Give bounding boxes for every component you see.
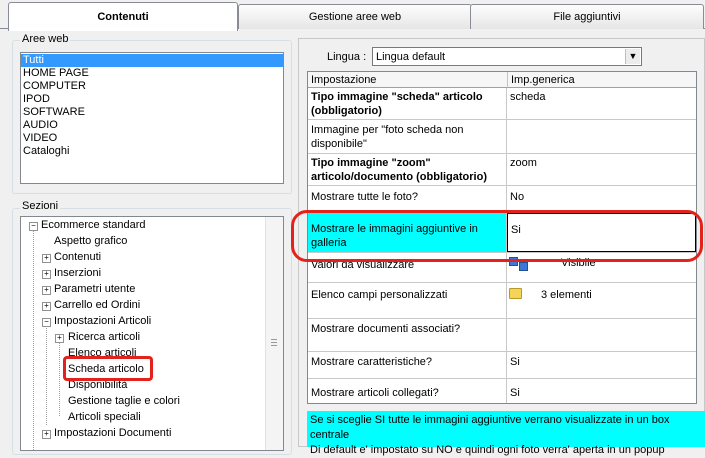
list-item[interactable]: AUDIO — [21, 119, 283, 132]
description-line: Se si sceglie SI tutte le immagini aggiu… — [310, 414, 670, 441]
tree-node[interactable]: Gestione taglie e colori — [68, 393, 180, 409]
setting-name: Mostrare caratteristiche? — [308, 352, 507, 378]
column-header[interactable]: Impostazione — [308, 72, 508, 88]
setting-name: Mostrare documenti associati? — [308, 319, 507, 351]
expand-icon[interactable]: + — [42, 270, 51, 279]
setting-value[interactable]: scheda — [507, 88, 696, 119]
annotation-highlight-oval — [291, 210, 703, 262]
tab-contenuti[interactable]: Contenuti — [8, 2, 238, 31]
expand-icon[interactable]: + — [55, 334, 64, 343]
table-row[interactable]: Tipo immagine "zoom" articolo/documento … — [308, 154, 696, 186]
scrollbar-grip — [271, 339, 277, 340]
tree-guide — [46, 325, 47, 425]
tree-node[interactable]: Impostazioni Documenti — [54, 425, 171, 441]
setting-value[interactable]: No — [507, 186, 696, 212]
setting-name: Mostrare tutte le foto? — [308, 186, 507, 212]
list-icon-part — [519, 262, 528, 271]
expand-icon[interactable]: + — [42, 254, 51, 263]
list-item[interactable]: Cataloghi — [21, 145, 283, 158]
setting-value[interactable] — [507, 120, 696, 153]
tree-node[interactable]: Aspetto grafico — [54, 233, 127, 249]
folder-icon — [509, 288, 522, 299]
sezioni-legend: Sezioni — [20, 200, 61, 212]
lingua-label: Lingua : — [327, 51, 367, 63]
expand-icon[interactable]: + — [42, 286, 51, 295]
description-line: Di default e' impostato su NO e quindi o… — [310, 444, 665, 456]
tree-node[interactable]: Ecommerce standard — [41, 217, 146, 233]
setting-name: Tipo immagine "scheda" articolo (obbliga… — [308, 88, 507, 119]
table-row[interactable]: Tipo immagine "scheda" articolo (obbliga… — [308, 88, 696, 120]
tab-label: File aggiuntivi — [553, 11, 621, 23]
tree-node[interactable]: Inserzioni — [54, 265, 101, 281]
list-item[interactable]: HOME PAGE — [21, 67, 283, 80]
tree-guide — [59, 341, 60, 416]
table-row[interactable]: Mostrare tutte le foto? No — [308, 186, 696, 213]
collapse-icon[interactable]: − — [29, 222, 38, 231]
setting-name: Immagine per "foto scheda non disponibil… — [308, 120, 507, 153]
description-panel: Se si sceglie SI tutte le immagini aggiu… — [307, 411, 705, 456]
sezioni-tree[interactable]: − Ecommerce standard Aspetto grafico + C… — [20, 216, 284, 451]
setting-name: Tipo immagine "zoom" articolo/documento … — [308, 154, 507, 185]
column-header[interactable]: Imp.generica — [508, 72, 696, 88]
tree-node[interactable]: Articoli speciali — [68, 409, 141, 425]
tree-node[interactable]: Contenuti — [54, 249, 101, 265]
tree-node[interactable]: Impostazioni Articoli — [54, 313, 151, 329]
setting-value[interactable] — [507, 319, 696, 351]
lingua-select-value: Lingua default — [376, 51, 446, 63]
scrollbar-grip — [271, 345, 277, 346]
list-item[interactable]: Tutti — [21, 54, 283, 67]
setting-value[interactable]: Si — [507, 352, 696, 378]
tab-label: Contenuti — [97, 11, 149, 23]
table-row[interactable]: Elenco campi personalizzati 3 elementi — [308, 283, 696, 319]
setting-name: Mostrare articoli collegati? — [308, 379, 507, 403]
setting-value: 3 elementi — [541, 289, 592, 301]
table-row[interactable]: Mostrare documenti associati? — [308, 319, 696, 352]
collapse-icon[interactable]: − — [42, 318, 51, 327]
setting-value-cell[interactable]: 3 elementi — [507, 283, 696, 318]
table-row[interactable]: Mostrare articoli collegati? Si — [308, 379, 696, 403]
aree-web-list[interactable]: Tutti HOME PAGE COMPUTER IPOD SOFTWARE A… — [20, 52, 284, 184]
aree-web-legend: Aree web — [20, 33, 71, 45]
list-item[interactable]: COMPUTER — [21, 80, 283, 93]
tree-scrollbar[interactable] — [265, 217, 283, 450]
expand-icon[interactable]: + — [42, 430, 51, 439]
annotation-highlight-box — [63, 356, 153, 381]
tab-gestione-aree-web[interactable]: Gestione aree web — [238, 4, 472, 29]
table-row[interactable]: Mostrare caratteristiche? Si — [308, 352, 696, 379]
lingua-select[interactable]: Lingua default ▼ — [372, 47, 642, 66]
setting-value[interactable]: zoom — [507, 154, 696, 185]
expand-icon[interactable]: + — [42, 302, 51, 311]
chevron-down-icon[interactable]: ▼ — [625, 49, 640, 64]
tree-node[interactable]: Carrello ed Ordini — [54, 297, 140, 313]
list-item[interactable]: VIDEO — [21, 132, 283, 145]
scrollbar-grip — [271, 342, 277, 343]
setting-value[interactable]: Si — [507, 379, 696, 403]
tree-node[interactable]: Ricerca articoli — [68, 329, 140, 345]
list-item[interactable]: SOFTWARE — [21, 106, 283, 119]
tab-file-aggiuntivi[interactable]: File aggiuntivi — [470, 4, 704, 29]
tab-label: Gestione aree web — [308, 11, 402, 23]
tree-node[interactable]: Parametri utente — [54, 281, 135, 297]
setting-name: Elenco campi personalizzati — [308, 283, 507, 318]
tree-guide — [33, 229, 34, 450]
list-item[interactable]: IPOD — [21, 93, 283, 106]
table-row[interactable]: Immagine per "foto scheda non disponibil… — [308, 120, 696, 154]
